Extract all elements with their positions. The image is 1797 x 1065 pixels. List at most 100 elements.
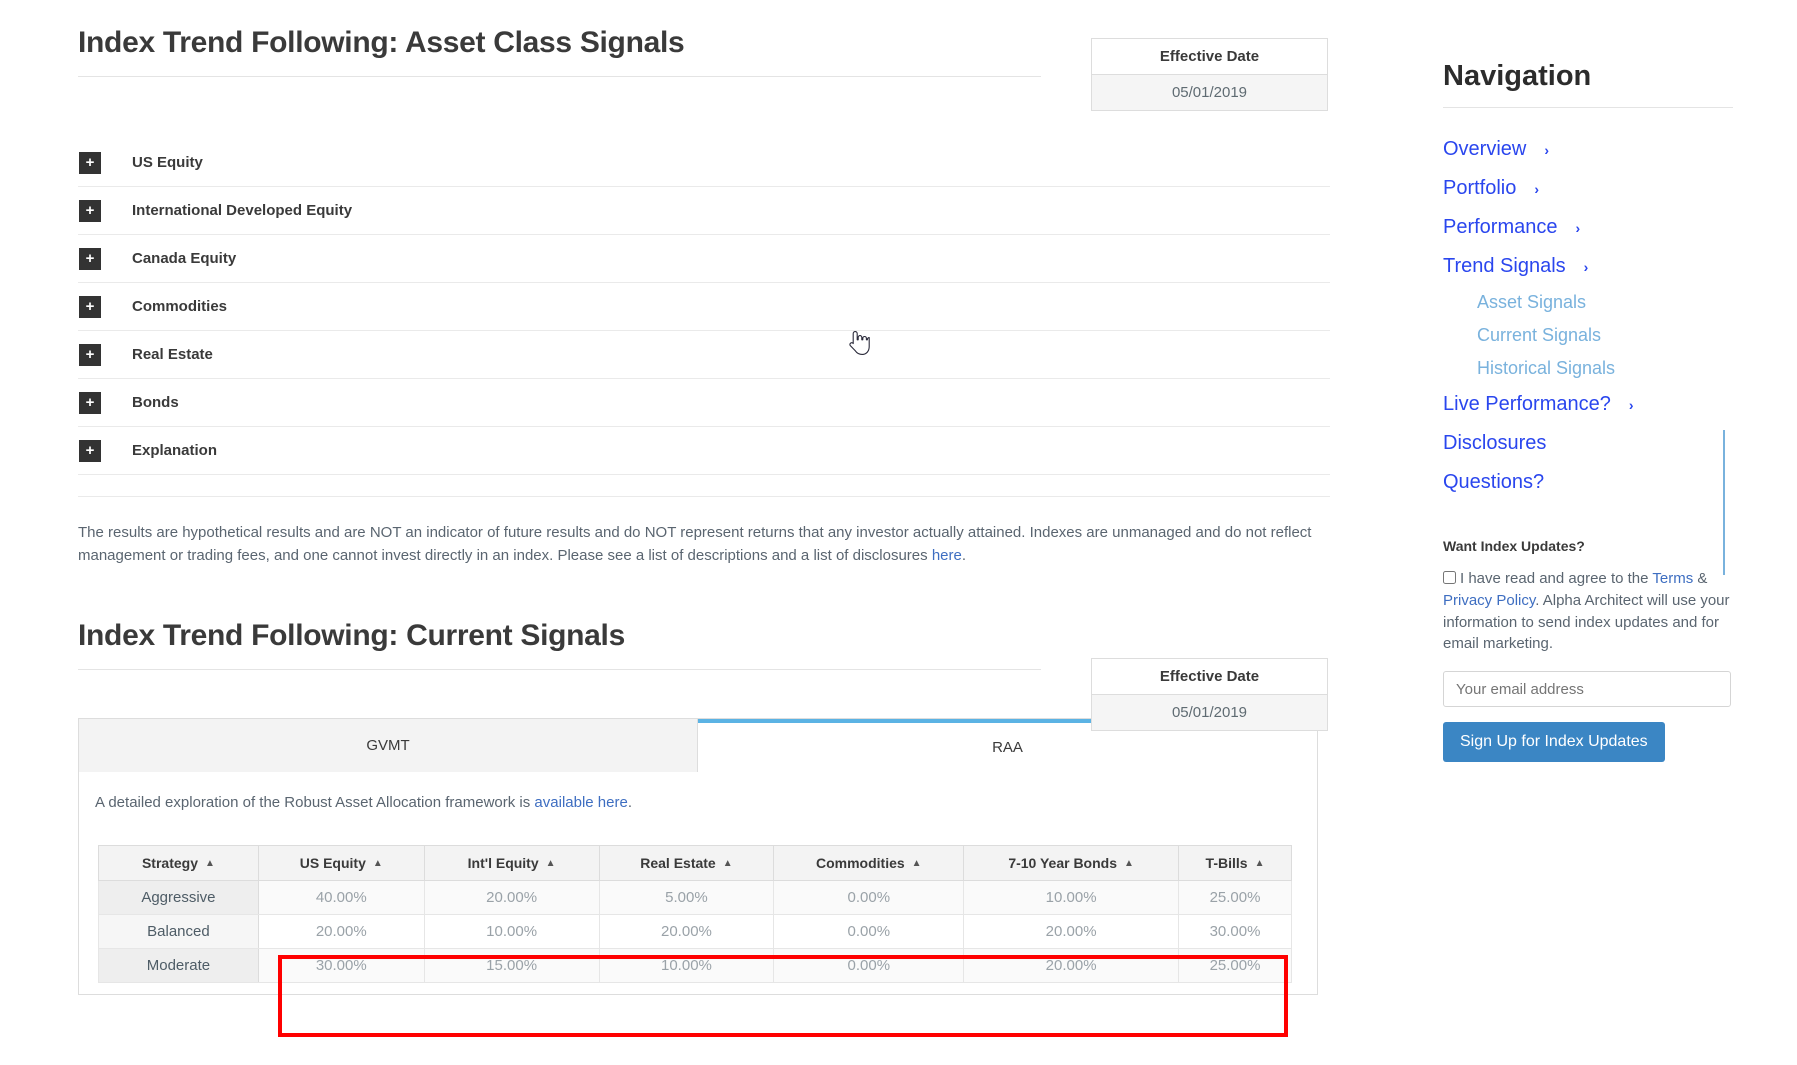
email-input[interactable] [1443, 671, 1731, 707]
sidebar-item-label: Overview [1443, 138, 1527, 160]
column-header-us-equity[interactable]: US Equity ▲ [257, 844, 425, 881]
available-here-link[interactable]: available here [534, 794, 627, 811]
page-title-current-signals: Index Trend Following: Current Signals [78, 618, 625, 652]
sidebar-item-performance[interactable]: Performance › [1443, 208, 1743, 247]
plus-icon[interactable]: + [79, 247, 101, 270]
disclaimer-trailing: . [961, 547, 967, 565]
cell-intl-equity: 10.00% [423, 913, 600, 949]
sidebar-item-label: Trend Signals [1443, 255, 1566, 277]
sidebar-item-label: Live Performance? [1443, 393, 1611, 415]
plus-icon[interactable]: + [79, 439, 101, 462]
table-body: Aggressive 40.00% 20.00% 5.00% 0.00% 10.… [98, 879, 1292, 983]
tab-gvmt[interactable]: GVMT [79, 718, 698, 772]
accordion-item-commodities[interactable]: + Commodities [78, 283, 1330, 331]
cell-real-estate: 5.00% [598, 879, 775, 915]
column-header-intl-equity[interactable]: Int'l Equity ▲ [423, 844, 600, 881]
sort-asc-icon: ▲ [722, 857, 733, 869]
sidebar-item-trend-signals[interactable]: Trend Signals › [1443, 247, 1743, 286]
sidebar-item-current-signals[interactable]: Current Signals [1443, 319, 1743, 352]
sidebar-item-asset-signals[interactable]: Asset Signals [1443, 286, 1743, 319]
plus-icon[interactable]: + [79, 151, 101, 174]
accordion-item-label: Commodities [132, 298, 228, 315]
cell-commodities: 0.00% [773, 947, 965, 983]
consent-part-1: I have read and agree to the [1460, 570, 1653, 587]
cell-t-bills: 25.00% [1178, 947, 1292, 983]
consent-text: I have read and agree to the Terms & Pri… [1443, 568, 1731, 655]
cell-t-bills: 30.00% [1178, 913, 1292, 949]
sidebar-item-disclosures[interactable]: Disclosures [1443, 424, 1743, 463]
accordion-item-label: US Equity [132, 154, 203, 171]
cell-t-bills: 25.00% [1178, 879, 1292, 915]
panel-note: A detailed exploration of the Robust Ass… [95, 794, 1301, 811]
navigation-title: Navigation [1443, 60, 1592, 92]
column-header-strategy[interactable]: Strategy ▲ [98, 844, 259, 881]
accordion-item-international-developed-equity[interactable]: + International Developed Equity [78, 187, 1330, 235]
sidebar-item-label: Disclosures [1443, 432, 1547, 454]
privacy-policy-link[interactable]: Privacy Policy [1443, 592, 1535, 609]
plus-icon[interactable]: + [79, 343, 101, 366]
chevron-right-icon: › [1544, 141, 1550, 158]
sidebar-item-label: Questions? [1443, 471, 1545, 493]
cell-intl-equity: 15.00% [423, 947, 600, 983]
navigation-divider [1443, 107, 1733, 108]
cell-bonds: 20.00% [963, 913, 1180, 949]
sort-asc-icon: ▲ [545, 857, 556, 869]
accordion-item-label: Real Estate [132, 346, 213, 363]
plus-icon[interactable]: + [79, 391, 101, 414]
cell-real-estate: 20.00% [598, 913, 775, 949]
sidebar-item-questions[interactable]: Questions? [1443, 463, 1743, 502]
sort-asc-icon: ▲ [1254, 857, 1265, 869]
accordion-item-bonds[interactable]: + Bonds [78, 379, 1330, 427]
accordion-item-label: Bonds [132, 394, 179, 411]
table-row: Balanced 20.00% 10.00% 20.00% 0.00% 20.0… [98, 913, 1292, 949]
tab-panel-raa: A detailed exploration of the Robust Ass… [78, 771, 1318, 995]
cell-commodities: 0.00% [773, 913, 965, 949]
accordion-item-label: International Developed Equity [132, 202, 353, 219]
plus-icon[interactable]: + [79, 295, 101, 318]
sidebar-item-live-performance[interactable]: Live Performance? › [1443, 385, 1743, 424]
cell-bonds: 10.00% [963, 879, 1180, 915]
column-label: Real Estate [640, 854, 716, 871]
column-label: Strategy [141, 854, 198, 871]
accordion-item-real-estate[interactable]: + Real Estate [78, 331, 1330, 379]
chevron-right-icon: › [1575, 219, 1581, 236]
disclosures-here-link[interactable]: here [932, 547, 962, 564]
column-header-commodities[interactable]: Commodities ▲ [773, 844, 965, 881]
plus-icon[interactable]: + [79, 199, 101, 222]
cell-real-estate: 10.00% [598, 947, 775, 983]
panel-note-text: A detailed exploration of the Robust Ass… [95, 793, 535, 811]
sidebar-item-historical-signals[interactable]: Historical Signals [1443, 352, 1743, 385]
column-header-t-bills[interactable]: T-Bills ▲ [1178, 844, 1292, 881]
sort-asc-icon: ▲ [911, 857, 922, 869]
sidebar-item-overview[interactable]: Overview › [1443, 130, 1743, 169]
column-label: T-Bills [1205, 854, 1248, 871]
column-label: Int'l Equity [467, 854, 539, 871]
column-label: 7-10 Year Bonds [1008, 854, 1117, 871]
column-header-real-estate[interactable]: Real Estate ▲ [598, 844, 775, 881]
table-head: Strategy ▲ US Equity ▲ Int'l Equity ▲ Real … [98, 844, 1292, 881]
table-row: Moderate 30.00% 15.00% 10.00% 0.00% 20.0… [98, 947, 1292, 983]
sort-asc-icon: ▲ [372, 857, 383, 869]
disclaimer-body: The results are hypothetical results and… [78, 524, 1312, 565]
sort-asc-icon: ▲ [204, 857, 215, 869]
accordion-item-canada-equity[interactable]: + Canada Equity [78, 235, 1330, 283]
cell-strategy: Balanced [98, 913, 259, 949]
index-updates-signup: Want Index Updates? I have read and agre… [1443, 538, 1731, 762]
sidebar-item-portfolio[interactable]: Portfolio › [1443, 169, 1743, 208]
column-header-7-10-year-bonds[interactable]: 7-10 Year Bonds ▲ [963, 844, 1180, 881]
accordion-item-explanation[interactable]: + Explanation [78, 427, 1330, 475]
table-header-row: Strategy ▲ US Equity ▲ Int'l Equity ▲ Real … [98, 844, 1292, 881]
terms-link[interactable]: Terms [1652, 570, 1693, 587]
chevron-right-icon: › [1583, 258, 1589, 275]
navigation-sidebar: Navigation Overview › Portfolio › Perfor… [1443, 0, 1743, 762]
sidebar-item-label: Portfolio [1443, 177, 1517, 199]
current-signals-table: Strategy ▲ US Equity ▲ Int'l Equity ▲ Real … [98, 844, 1292, 983]
effective-date-card-asset-signals: Effective Date 05/01/2019 [1091, 38, 1328, 111]
consent-checkbox[interactable] [1443, 571, 1456, 584]
navigation-list: Overview › Portfolio › Performance › Tre… [1443, 130, 1743, 575]
accordion-item-us-equity[interactable]: + US Equity [78, 139, 1330, 187]
signup-button[interactable]: Sign Up for Index Updates [1443, 722, 1665, 762]
effective-date-label: Effective Date [1092, 659, 1327, 695]
cell-us-equity: 30.00% [257, 947, 425, 983]
asset-class-accordion: + US Equity + International Developed Eq… [78, 139, 1330, 497]
